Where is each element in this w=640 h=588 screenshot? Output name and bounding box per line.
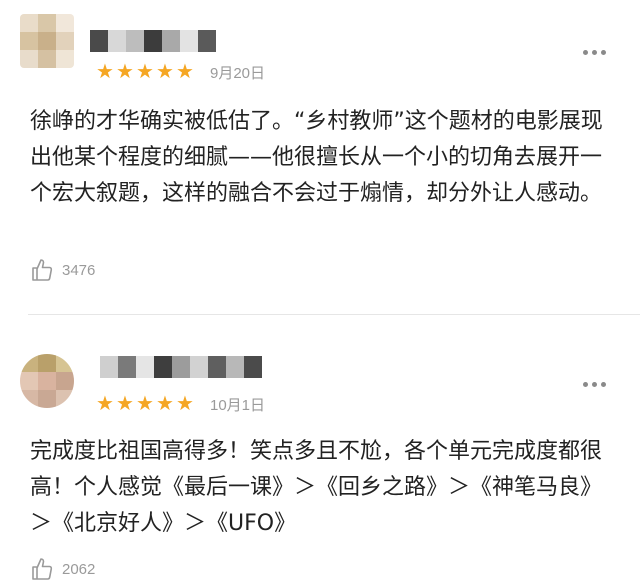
review-card: ★ ★ ★ ★ ★ 10月1日 完成度比祖国高得多！笑点多且不尬，各个单元完成度…: [0, 318, 640, 588]
star-icon: ★: [96, 59, 114, 83]
star-icon: ★: [136, 59, 154, 83]
like-button[interactable]: 3476: [30, 257, 95, 283]
thumbs-up-icon: [32, 558, 53, 580]
review-card: ★ ★ ★ ★ ★ 9月20日 徐峥的才华确实被低估了。“乡村教师”这个题材的电…: [0, 0, 640, 318]
review-text: 完成度比祖国高得多！笑点多且不尬，各个单元完成度都很高！个人感觉《最后一课》＞《…: [30, 439, 603, 536]
review-text: 徐峥的才华确实被低估了。“乡村教师”这个题材的电影展现出他某个程度的细腻——他很…: [30, 109, 603, 206]
divider: [28, 314, 640, 315]
like-count: 3476: [62, 261, 96, 279]
like-button[interactable]: 2062: [30, 556, 95, 582]
like-count: 2062: [62, 560, 96, 578]
star-icon: ★: [116, 59, 134, 83]
star-rating: ★ ★ ★ ★ ★: [96, 391, 194, 415]
thumbs-up-icon: [32, 259, 53, 281]
star-icon: ★: [156, 391, 174, 415]
username[interactable]: [90, 30, 216, 52]
avatar[interactable]: [20, 14, 74, 68]
star-icon: ★: [96, 391, 114, 415]
review-date: 10月1日: [210, 397, 266, 414]
star-icon: ★: [176, 59, 194, 83]
more-dots-icon[interactable]: [583, 50, 606, 55]
star-rating: ★ ★ ★ ★ ★: [96, 59, 194, 83]
avatar[interactable]: [20, 354, 74, 408]
more-dots-icon[interactable]: [583, 382, 606, 387]
star-icon: ★: [136, 391, 154, 415]
star-icon: ★: [116, 391, 134, 415]
star-icon: ★: [176, 391, 194, 415]
star-icon: ★: [156, 59, 174, 83]
username[interactable]: [100, 356, 262, 378]
review-date: 9月20日: [210, 65, 266, 82]
